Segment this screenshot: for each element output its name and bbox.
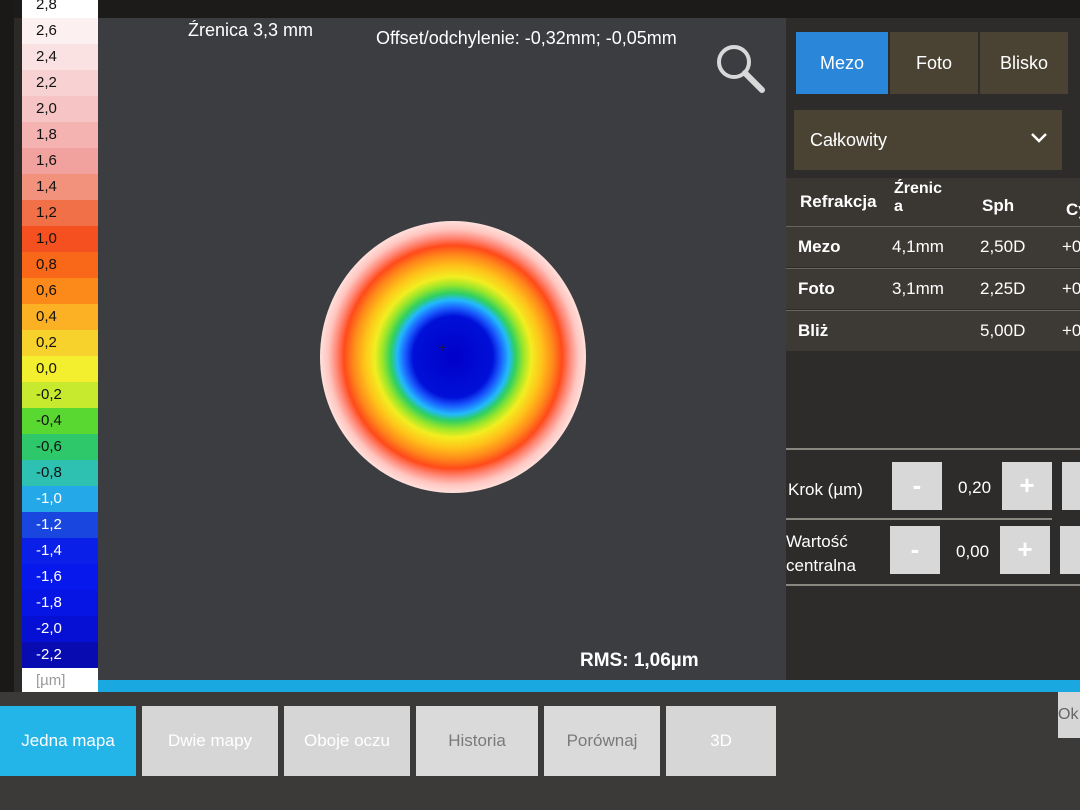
tab-historia[interactable]: Historia <box>416 706 538 776</box>
select-value: Całkowity <box>810 130 888 150</box>
central-decrease-button[interactable]: - <box>890 526 940 574</box>
scale-step: -2,2 <box>22 642 98 668</box>
scale-step: 2,6 <box>22 18 98 44</box>
screen-bezel-top <box>0 0 1080 18</box>
row-cyl: +0, <box>1062 321 1080 340</box>
scale-step: 2,0 <box>22 96 98 122</box>
tab-mezo[interactable]: Mezo <box>796 32 888 94</box>
bottom-toolbar: Jedna mapa Dwie mapy Oboje oczu Historia… <box>0 692 1080 810</box>
offset-label: Offset/odchylenie: -0,32mm; -0,05mm <box>376 28 677 48</box>
scale-step: -0,8 <box>22 460 98 486</box>
table-row: Mezo 4,1mm 2,50D +0 <box>786 226 1080 267</box>
scale-step: -1,4 <box>22 538 98 564</box>
scale-step: 1,4 <box>22 174 98 200</box>
color-scale-legend: 2,8 2,6 2,4 2,2 2,0 1,8 1,6 1,4 1,2 1,0 0,8 0,6 0,4 0… <box>22 0 98 694</box>
header-refrakcja: Refrakcja <box>800 192 877 211</box>
scale-step: -0,4 <box>22 408 98 434</box>
pupil-size-label: Źrenica 3,3 mm <box>188 20 314 40</box>
row-sph: 2,25D <box>980 279 1026 298</box>
search-icon[interactable] <box>712 40 768 96</box>
central-label-line2: centralna <box>786 556 856 575</box>
extra-button[interactable] <box>1060 526 1080 574</box>
scale-step: 1,2 <box>22 200 98 226</box>
tab-porownaj[interactable]: Porównaj <box>544 706 660 776</box>
scale-step: 1,6 <box>22 148 98 174</box>
row-cyl: +0 <box>1062 279 1080 298</box>
scale-step: -1,0 <box>22 486 98 512</box>
row-sph: 5,00D <box>980 321 1026 340</box>
scale-step: 2,2 <box>22 70 98 96</box>
header-zrenica: Źrenic a <box>894 180 943 215</box>
scale-step: 2,4 <box>22 44 98 70</box>
tab-dwie-mapy[interactable]: Dwie mapy <box>142 706 278 776</box>
aberration-type-select[interactable]: Całkowity <box>794 110 1062 170</box>
ok-button[interactable]: Ok <box>1058 692 1080 738</box>
table-row: Bliż 5,00D +0, <box>786 310 1080 351</box>
scale-step: 0,0 <box>22 356 98 382</box>
scale-step: -1,8 <box>22 590 98 616</box>
extra-button[interactable] <box>1062 462 1080 510</box>
table-row: Foto 3,1mm 2,25D +0 <box>786 268 1080 309</box>
krok-value: 0,20 <box>958 478 992 497</box>
screen-bezel-left <box>0 0 14 810</box>
aberration-map: + <box>320 221 586 493</box>
row-pupil: 3,1mm <box>892 279 944 298</box>
row-name: Bliż <box>798 321 829 340</box>
tab-3d[interactable]: 3D <box>666 706 776 776</box>
scale-step: 1,0 <box>22 226 98 252</box>
scale-step: -0,6 <box>22 434 98 460</box>
krok-increase-button[interactable]: + <box>1002 462 1052 510</box>
scale-step: 1,8 <box>22 122 98 148</box>
header-cyl: Cy <box>1066 200 1080 219</box>
divider <box>786 518 1052 520</box>
scale-step: -0,2 <box>22 382 98 408</box>
center-mark: + <box>438 339 447 355</box>
scale-step: -1,2 <box>22 512 98 538</box>
header-sph: Sph <box>982 196 1015 215</box>
scale-step: 0,6 <box>22 278 98 304</box>
scale-step: -1,6 <box>22 564 98 590</box>
tab-jedna-mapa[interactable]: Jedna mapa <box>0 706 136 776</box>
row-cyl: +0 <box>1062 237 1080 256</box>
scale-unit: [µm] <box>22 668 98 694</box>
scale-step: 2,8 <box>22 0 98 18</box>
scale-step: 0,2 <box>22 330 98 356</box>
scale-step: -2,0 <box>22 616 98 642</box>
rms-value: RMS: 1,06µm <box>580 650 699 671</box>
krok-label: Krok (µm) <box>788 480 863 499</box>
wavefront-map-panel: Źrenica 3,3 mm Offset/odchylenie: -0,32m… <box>98 18 786 680</box>
tab-oboje-oczu[interactable]: Oboje oczu <box>284 706 410 776</box>
divider <box>786 448 1080 450</box>
central-label-line1: Wartość <box>786 532 848 551</box>
chevron-down-icon <box>1031 133 1047 143</box>
scale-step: 0,8 <box>22 252 98 278</box>
row-name: Mezo <box>798 237 841 256</box>
accent-bar <box>98 680 1080 692</box>
row-sph: 2,50D <box>980 237 1026 256</box>
tab-foto[interactable]: Foto <box>890 32 978 94</box>
table-header: Refrakcja Źrenic a Sph Cy <box>786 178 1080 226</box>
divider <box>786 584 1080 586</box>
row-name: Foto <box>798 279 835 298</box>
krok-decrease-button[interactable]: - <box>892 462 942 510</box>
central-increase-button[interactable]: + <box>1000 526 1050 574</box>
central-value: 0,00 <box>956 542 990 561</box>
row-pupil: 4,1mm <box>892 237 944 256</box>
scale-step: 0,4 <box>22 304 98 330</box>
right-panel: Mezo Foto Blisko Całkowity Refrakcja Źre… <box>786 18 1080 688</box>
tab-blisko[interactable]: Blisko <box>980 32 1068 94</box>
